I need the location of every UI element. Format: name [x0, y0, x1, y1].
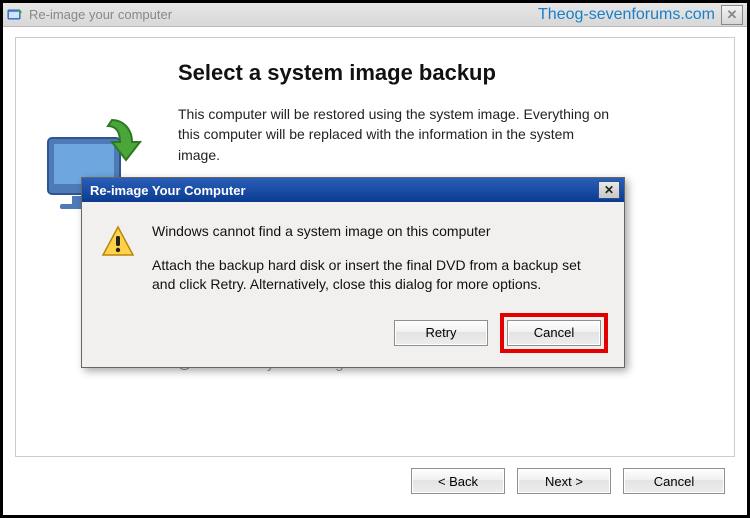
dialog-message-primary: Windows cannot find a system image on th… — [152, 222, 606, 242]
warning-icon — [100, 222, 142, 295]
error-dialog: Re-image Your Computer ✕ Windows cannot … — [81, 177, 625, 368]
dialog-button-row: Retry Cancel — [82, 303, 624, 367]
dialog-body: Windows cannot find a system image on th… — [82, 202, 624, 303]
dialog-message-secondary: Attach the backup hard disk or insert th… — [152, 256, 606, 295]
next-button[interactable]: Next > — [517, 468, 611, 494]
retry-button[interactable]: Retry — [394, 320, 488, 346]
dialog-close-button[interactable]: ✕ — [598, 181, 620, 199]
dialog-titlebar: Re-image Your Computer ✕ — [82, 178, 624, 202]
watermark-text: Theog-sevenforums.com — [538, 6, 715, 24]
wizard-titlebar: Re-image your computer Theog-sevenforums… — [3, 3, 747, 27]
dialog-cancel-button[interactable]: Cancel — [507, 320, 601, 346]
wizard-button-row: < Back Next > Cancel — [15, 457, 735, 505]
back-button[interactable]: < Back — [411, 468, 505, 494]
page-heading: Select a system image backup — [178, 60, 716, 86]
cancel-highlight: Cancel — [500, 313, 608, 353]
page-description: This computer will be restored using the… — [178, 104, 618, 165]
wizard-cancel-button[interactable]: Cancel — [623, 468, 725, 494]
dialog-text: Windows cannot find a system image on th… — [142, 222, 606, 295]
wizard-title: Re-image your computer — [29, 7, 172, 22]
wizard-icon — [7, 7, 23, 23]
wizard-close-button[interactable]: ✕ — [721, 5, 743, 25]
dialog-title: Re-image Your Computer — [90, 183, 246, 198]
